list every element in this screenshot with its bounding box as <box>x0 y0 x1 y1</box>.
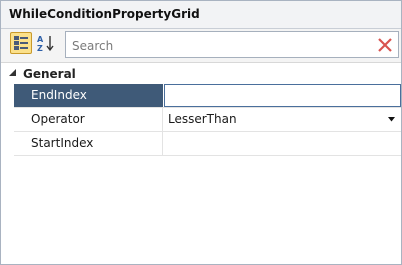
selected-value: LesserThan <box>168 112 237 126</box>
window-title: WhileConditionPropertyGrid <box>9 7 200 21</box>
svg-text:A: A <box>37 35 44 44</box>
property-value-select[interactable]: LesserThan <box>164 108 401 131</box>
categorized-view-button[interactable] <box>10 32 32 54</box>
sort-alphabetical-icon: A Z <box>37 35 54 53</box>
search-box <box>65 31 399 58</box>
property-row-startindex[interactable]: StartIndex <box>14 132 401 156</box>
svg-text:Z: Z <box>37 44 43 53</box>
category-label: General <box>23 67 76 81</box>
collapse-triangle-icon[interactable] <box>9 69 17 77</box>
property-value-input[interactable] <box>164 84 401 107</box>
clear-search-icon[interactable] <box>376 36 394 54</box>
property-grid-window: WhileConditionPropertyGrid A Z Search Ge… <box>0 0 402 265</box>
property-name: EndIndex <box>14 84 163 107</box>
property-row-operator[interactable]: Operator LesserThan <box>14 108 401 132</box>
property-name: Operator <box>14 108 163 131</box>
category-general[interactable]: General <box>1 65 401 83</box>
property-name: StartIndex <box>14 132 163 155</box>
toolbar: A Z <box>1 29 401 63</box>
sort-alphabetical-button[interactable]: A Z <box>35 32 57 54</box>
property-value-input[interactable] <box>164 132 401 155</box>
property-row-endindex[interactable]: EndIndex <box>14 84 401 108</box>
search-input[interactable] <box>70 35 374 56</box>
categorized-view-icon <box>14 36 28 50</box>
title-bar: WhileConditionPropertyGrid <box>1 1 401 29</box>
chevron-down-icon[interactable] <box>388 117 395 122</box>
